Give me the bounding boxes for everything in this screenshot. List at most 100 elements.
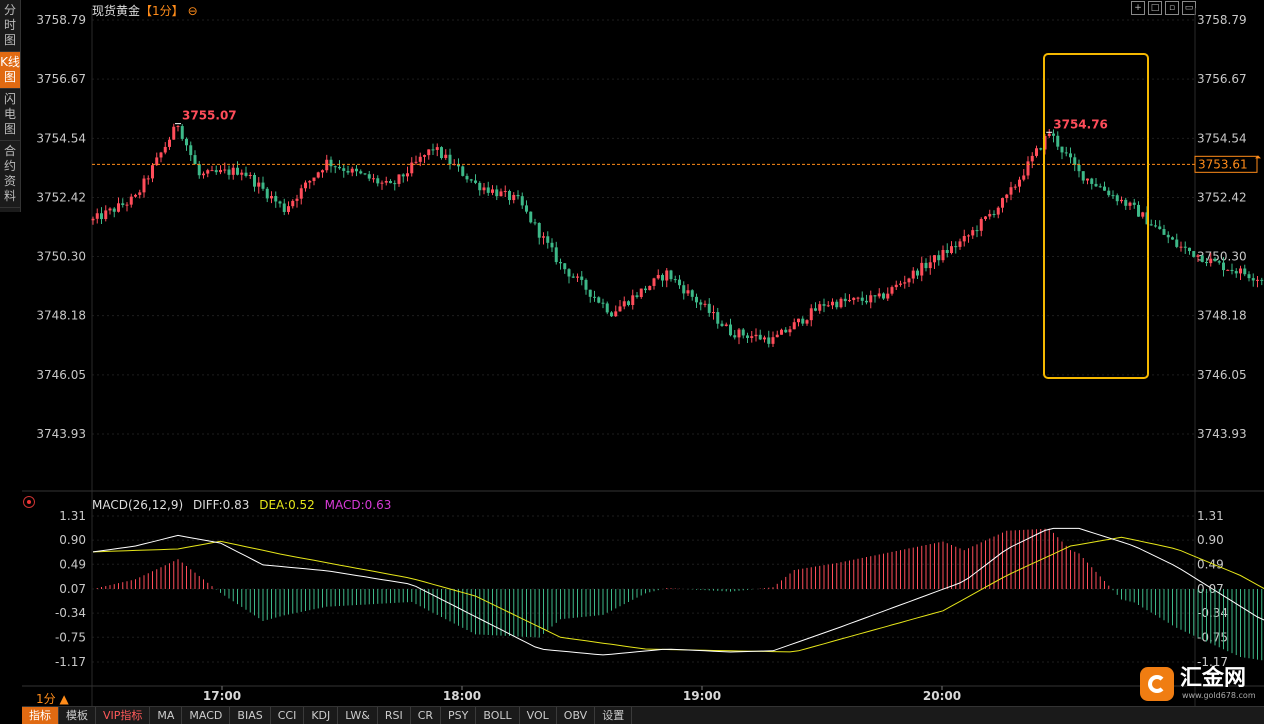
candle-body-74 — [406, 173, 409, 176]
candle-body-149 — [725, 325, 728, 326]
candle-body-50 — [304, 183, 307, 189]
period-selector[interactable]: 1分 ▲ — [36, 690, 69, 707]
candle-body-245 — [1133, 203, 1136, 205]
candle-body-180 — [857, 298, 860, 299]
candle-body-221 — [1031, 156, 1034, 161]
tab-settings[interactable]: 设置 — [595, 707, 632, 724]
candle-body-139 — [682, 285, 685, 293]
candle-body-157 — [759, 335, 762, 340]
candle-body-31 — [223, 170, 226, 171]
candle-body-57 — [334, 166, 337, 167]
candle-body-193 — [912, 271, 915, 279]
candle-body-152 — [738, 330, 741, 338]
candle-body-70 — [389, 181, 392, 183]
candle-body-41 — [266, 189, 269, 199]
candle-body-80 — [432, 149, 435, 150]
tab-vol[interactable]: VOL — [520, 707, 557, 724]
candle-body-131 — [648, 286, 651, 290]
tab-templates[interactable]: 模板 — [59, 707, 96, 724]
candle-body-218 — [1018, 180, 1021, 187]
candle-body-67 — [376, 178, 379, 183]
candle-body-262 — [1205, 262, 1208, 263]
candle-body-109 — [555, 247, 558, 262]
main-y-axis-left: 3758.793756.673754.543752.423750.303748.… — [36, 13, 86, 441]
candle-body-236 — [1095, 184, 1098, 186]
candle-body-166 — [797, 319, 800, 323]
candle-body-22 — [185, 139, 188, 145]
candle-body-69 — [385, 181, 388, 183]
candle-body-45 — [283, 203, 286, 211]
candle-body-150 — [729, 325, 732, 336]
candle-body-265 — [1218, 261, 1221, 262]
tab-ma[interactable]: MA — [150, 707, 182, 724]
main-y-tick-left-0: 3758.79 — [36, 13, 86, 27]
candle-body-170 — [814, 308, 817, 310]
candle-body-17 — [164, 147, 167, 153]
candle-body-211 — [988, 214, 991, 217]
candle-body-25 — [198, 164, 201, 175]
macd-dea-value: DEA:0.52 — [259, 498, 315, 512]
tab-rsi[interactable]: RSI — [378, 707, 411, 724]
candle-body-203 — [954, 246, 957, 247]
tab-macd[interactable]: MACD — [182, 707, 230, 724]
tab-bias[interactable]: BIAS — [230, 707, 270, 724]
candle-body-101 — [521, 196, 524, 205]
tab-kdj[interactable]: KDJ — [304, 707, 338, 724]
candle-body-20 — [177, 126, 180, 127]
x-tick-3: 20:00 — [923, 689, 961, 703]
candle-body-186 — [882, 293, 885, 298]
macd-y-tick-left-5: -0.75 — [55, 630, 86, 644]
candle-body-58 — [338, 167, 341, 168]
tab-boll[interactable]: BOLL — [476, 707, 519, 724]
candle-body-241 — [1116, 195, 1119, 201]
tab-psy[interactable]: PSY — [441, 707, 476, 724]
candle-body-259 — [1192, 251, 1195, 257]
candle-body-261 — [1201, 255, 1204, 262]
macd-y-tick-left-6: -1.17 — [55, 655, 86, 669]
candle-body-126 — [627, 301, 630, 305]
macd-y-axis-left: 1.310.900.490.07-0.34-0.75-1.17 — [55, 509, 86, 669]
tab-indicators[interactable]: 指标 — [22, 707, 59, 724]
candle-body-239 — [1107, 191, 1110, 195]
candle-body-77 — [419, 157, 422, 162]
candle-body-129 — [640, 289, 643, 297]
macd-y-tick-right-0: 1.31 — [1197, 509, 1224, 523]
macd-y-tick-left-2: 0.49 — [59, 557, 86, 571]
candle-body-161 — [776, 335, 779, 337]
candle-body-199 — [937, 255, 940, 260]
candle-body-165 — [793, 322, 796, 329]
candle-body-269 — [1235, 271, 1238, 273]
candle-body-92 — [483, 187, 486, 190]
indicator-close-icon[interactable] — [23, 496, 35, 508]
candle-body-53 — [317, 172, 320, 177]
tab-vip-indicators[interactable]: VIP指标 — [96, 707, 150, 724]
main-y-tick-right-4: 3750.30 — [1197, 250, 1247, 264]
macd-diff-value: DIFF:0.83 — [193, 498, 249, 512]
candle-body-168 — [806, 320, 809, 323]
candle-body-119 — [597, 297, 600, 302]
main-y-tick-left-7: 3743.93 — [36, 427, 86, 441]
candle-body-246 — [1137, 205, 1140, 217]
macd-y-tick-left-3: 0.07 — [59, 582, 86, 596]
candle-body-263 — [1209, 259, 1212, 263]
tab-obv[interactable]: OBV — [557, 707, 595, 724]
tab-cr[interactable]: CR — [411, 707, 441, 724]
x-axis: 17:0018:0019:0020:00 — [203, 686, 961, 703]
candle-body-172 — [823, 304, 826, 306]
candle-body-16 — [160, 153, 163, 158]
candle-body-2 — [100, 213, 103, 219]
brand-logo: 汇金网 www.gold678.com — [1140, 665, 1250, 703]
tab-lw[interactable]: LW& — [338, 707, 378, 724]
candle-body-222 — [1035, 148, 1038, 156]
x-tick-1: 18:00 — [443, 689, 481, 703]
candle-body-21 — [181, 126, 184, 139]
candle-body-160 — [772, 337, 775, 344]
candle-body-91 — [478, 183, 481, 190]
candle-body-32 — [228, 170, 231, 175]
candle-body-147 — [716, 312, 719, 324]
candle-body-1 — [96, 213, 99, 219]
candle-body-61 — [351, 169, 354, 173]
tab-cci[interactable]: CCI — [271, 707, 305, 724]
price-chart[interactable]: 3758.793756.673754.543752.423750.303748.… — [0, 0, 1264, 723]
candle-body-244 — [1129, 203, 1132, 206]
